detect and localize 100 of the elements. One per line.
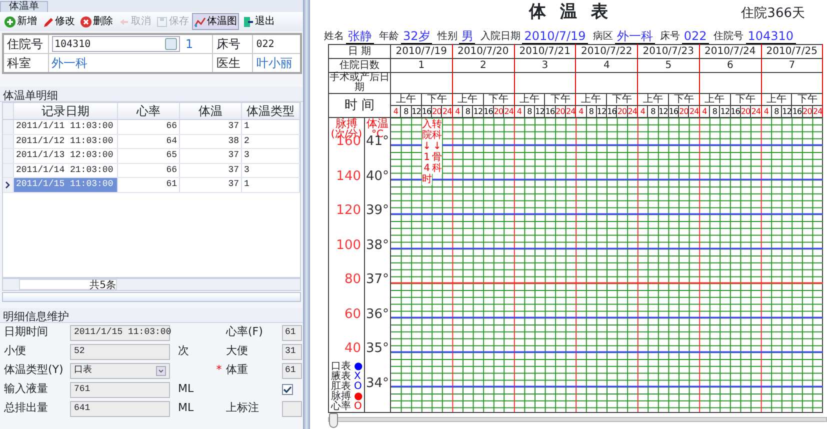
table-cell-text: 2011/1/14 21:03:00 [16, 164, 114, 176]
unit-label: ML [177, 381, 195, 398]
input-field[interactable]: 61 [282, 362, 302, 378]
axis-tick: 60 [344, 308, 361, 320]
table-cell-text: 37 [228, 164, 239, 176]
period-label: 下午 [550, 94, 570, 105]
required-mark: * [215, 362, 223, 378]
link[interactable]: 外一科 [52, 56, 88, 70]
slider-thumb[interactable] [329, 413, 338, 428]
grid-row[interactable]: 2011/1/11 11:03:00 66 37 1 [3, 120, 300, 134]
hour-label: 20 [802, 107, 812, 116]
field-value: 男 [459, 29, 476, 44]
input-field[interactable]: 52 [70, 344, 170, 360]
axis-tick: 36° [366, 308, 389, 320]
add-icon [4, 16, 16, 28]
grid-row[interactable]: 2011/1/12 11:03:00 64 38 2 [3, 134, 300, 149]
field-value: 外一科 [614, 29, 655, 44]
field-label: 体温类型(Y) [4, 362, 64, 378]
axis-title: 脉搏 [334, 118, 358, 129]
date-cell: 2010/7/24 [704, 46, 756, 57]
toolbar-button[interactable]: 删除 [78, 13, 115, 30]
header-corner [3, 103, 14, 119]
hour-label: 8 [650, 107, 656, 116]
column-header[interactable]: 心率 [118, 103, 180, 119]
legend-label: 心率 [331, 402, 351, 412]
period-label: 上午 [519, 94, 540, 105]
table-cell-text: 1 [244, 120, 250, 133]
table-cell-text: 38 [228, 134, 239, 148]
axis-tick: 35° [366, 343, 389, 354]
grid-row[interactable]: 2011/1/15 11:03:00 61 37 1 [3, 178, 300, 192]
link[interactable]: 1 [186, 35, 194, 53]
table-cell-text: 2 [244, 134, 250, 148]
chart-note: 入院↓14时 [422, 119, 432, 185]
toolbar-button[interactable]: 退出 [240, 13, 277, 30]
input-field[interactable] [282, 400, 302, 416]
tab[interactable]: 体温单 [0, 1, 48, 12]
field-label: 输入液量 [4, 381, 49, 398]
field-value: 32岁 [401, 29, 432, 44]
column-header[interactable]: 体温 [180, 103, 242, 119]
toolbar-button[interactable]: 体温图 [192, 13, 239, 30]
combo-box[interactable]: 104310 [52, 36, 180, 52]
hour-label: 8 [712, 107, 717, 116]
hour-label: 8 [588, 107, 594, 116]
grid-row[interactable]: 2011/1/13 12:03:00 65 37 3 [3, 149, 300, 164]
chart-title: 体温表 [529, 2, 622, 22]
scrollbar[interactable] [2, 292, 301, 302]
axis-tick: 120 [336, 205, 361, 216]
combo-box[interactable]: 口表 [70, 362, 170, 378]
input-field[interactable]: 61 [282, 324, 302, 340]
legend-label: 脉搏 [331, 392, 351, 402]
day-number: 4 [603, 60, 610, 71]
period-label: 上午 [581, 94, 602, 105]
column-header[interactable]: 记录日期 [14, 103, 118, 119]
table-cell-text: 3 [244, 164, 250, 176]
day-number: 3 [542, 60, 548, 71]
table-cell-text: 3 [244, 149, 250, 162]
section-title: 体温单明细 [0, 87, 303, 102]
period-label: 下午 [488, 94, 509, 105]
hour-label: 12 [596, 107, 606, 116]
input-field[interactable]: 761 [70, 382, 170, 398]
axis-tick: 37° [366, 274, 389, 285]
hour-label: 4 [702, 107, 707, 116]
axis-tick: 39° [366, 205, 389, 216]
input-field[interactable]: 2011/1/15 11:03:00 [70, 324, 170, 340]
field-label: 小便 [4, 343, 27, 360]
hour-label: 24 [504, 107, 514, 116]
hour-label: 4 [455, 107, 460, 116]
hour-label: 20 [556, 107, 565, 116]
axis-tick: 80 [344, 274, 361, 285]
hour-label: 16 [668, 107, 678, 116]
period-label: 下午 [736, 94, 756, 105]
field-label: 住院号 [714, 30, 744, 44]
period-label: 上午 [458, 94, 478, 105]
date-cell: 2010/7/21 [519, 46, 571, 57]
toolbar-button[interactable]: 新增 [2, 13, 39, 30]
axis-title: 体温 [366, 118, 390, 129]
field-value: 张静 [346, 29, 374, 44]
axis-tick: 41° [366, 136, 389, 147]
checkbox[interactable] [282, 384, 293, 395]
panel-splitter[interactable] [303, 0, 310, 429]
hour-label: 4 [393, 107, 398, 116]
chart-note: 转科↓骨科 [432, 119, 442, 174]
hour-label: 24 [442, 107, 452, 116]
dropdown-icon[interactable] [164, 38, 176, 50]
input-field[interactable]: 31 [282, 344, 302, 360]
period-label: 上午 [766, 94, 786, 105]
hour-label: 12 [720, 107, 730, 116]
hour-label: 8 [465, 107, 470, 116]
field-label: 日期时间 [4, 324, 49, 340]
field-label: 姓名 [324, 30, 344, 44]
dropdown-icon[interactable] [156, 366, 166, 376]
hour-label: 4 [764, 107, 768, 116]
column-header[interactable]: 体温类型 [242, 103, 300, 119]
legend-symbol: O [354, 402, 362, 412]
period-label: 下午 [674, 94, 694, 105]
input-field[interactable]: 641 [70, 400, 170, 416]
hour-label: 16 [730, 107, 740, 116]
toolbar-button[interactable]: 修改 [40, 13, 77, 30]
field-label: 床号 [660, 30, 680, 44]
row-header[interactable] [3, 178, 14, 192]
